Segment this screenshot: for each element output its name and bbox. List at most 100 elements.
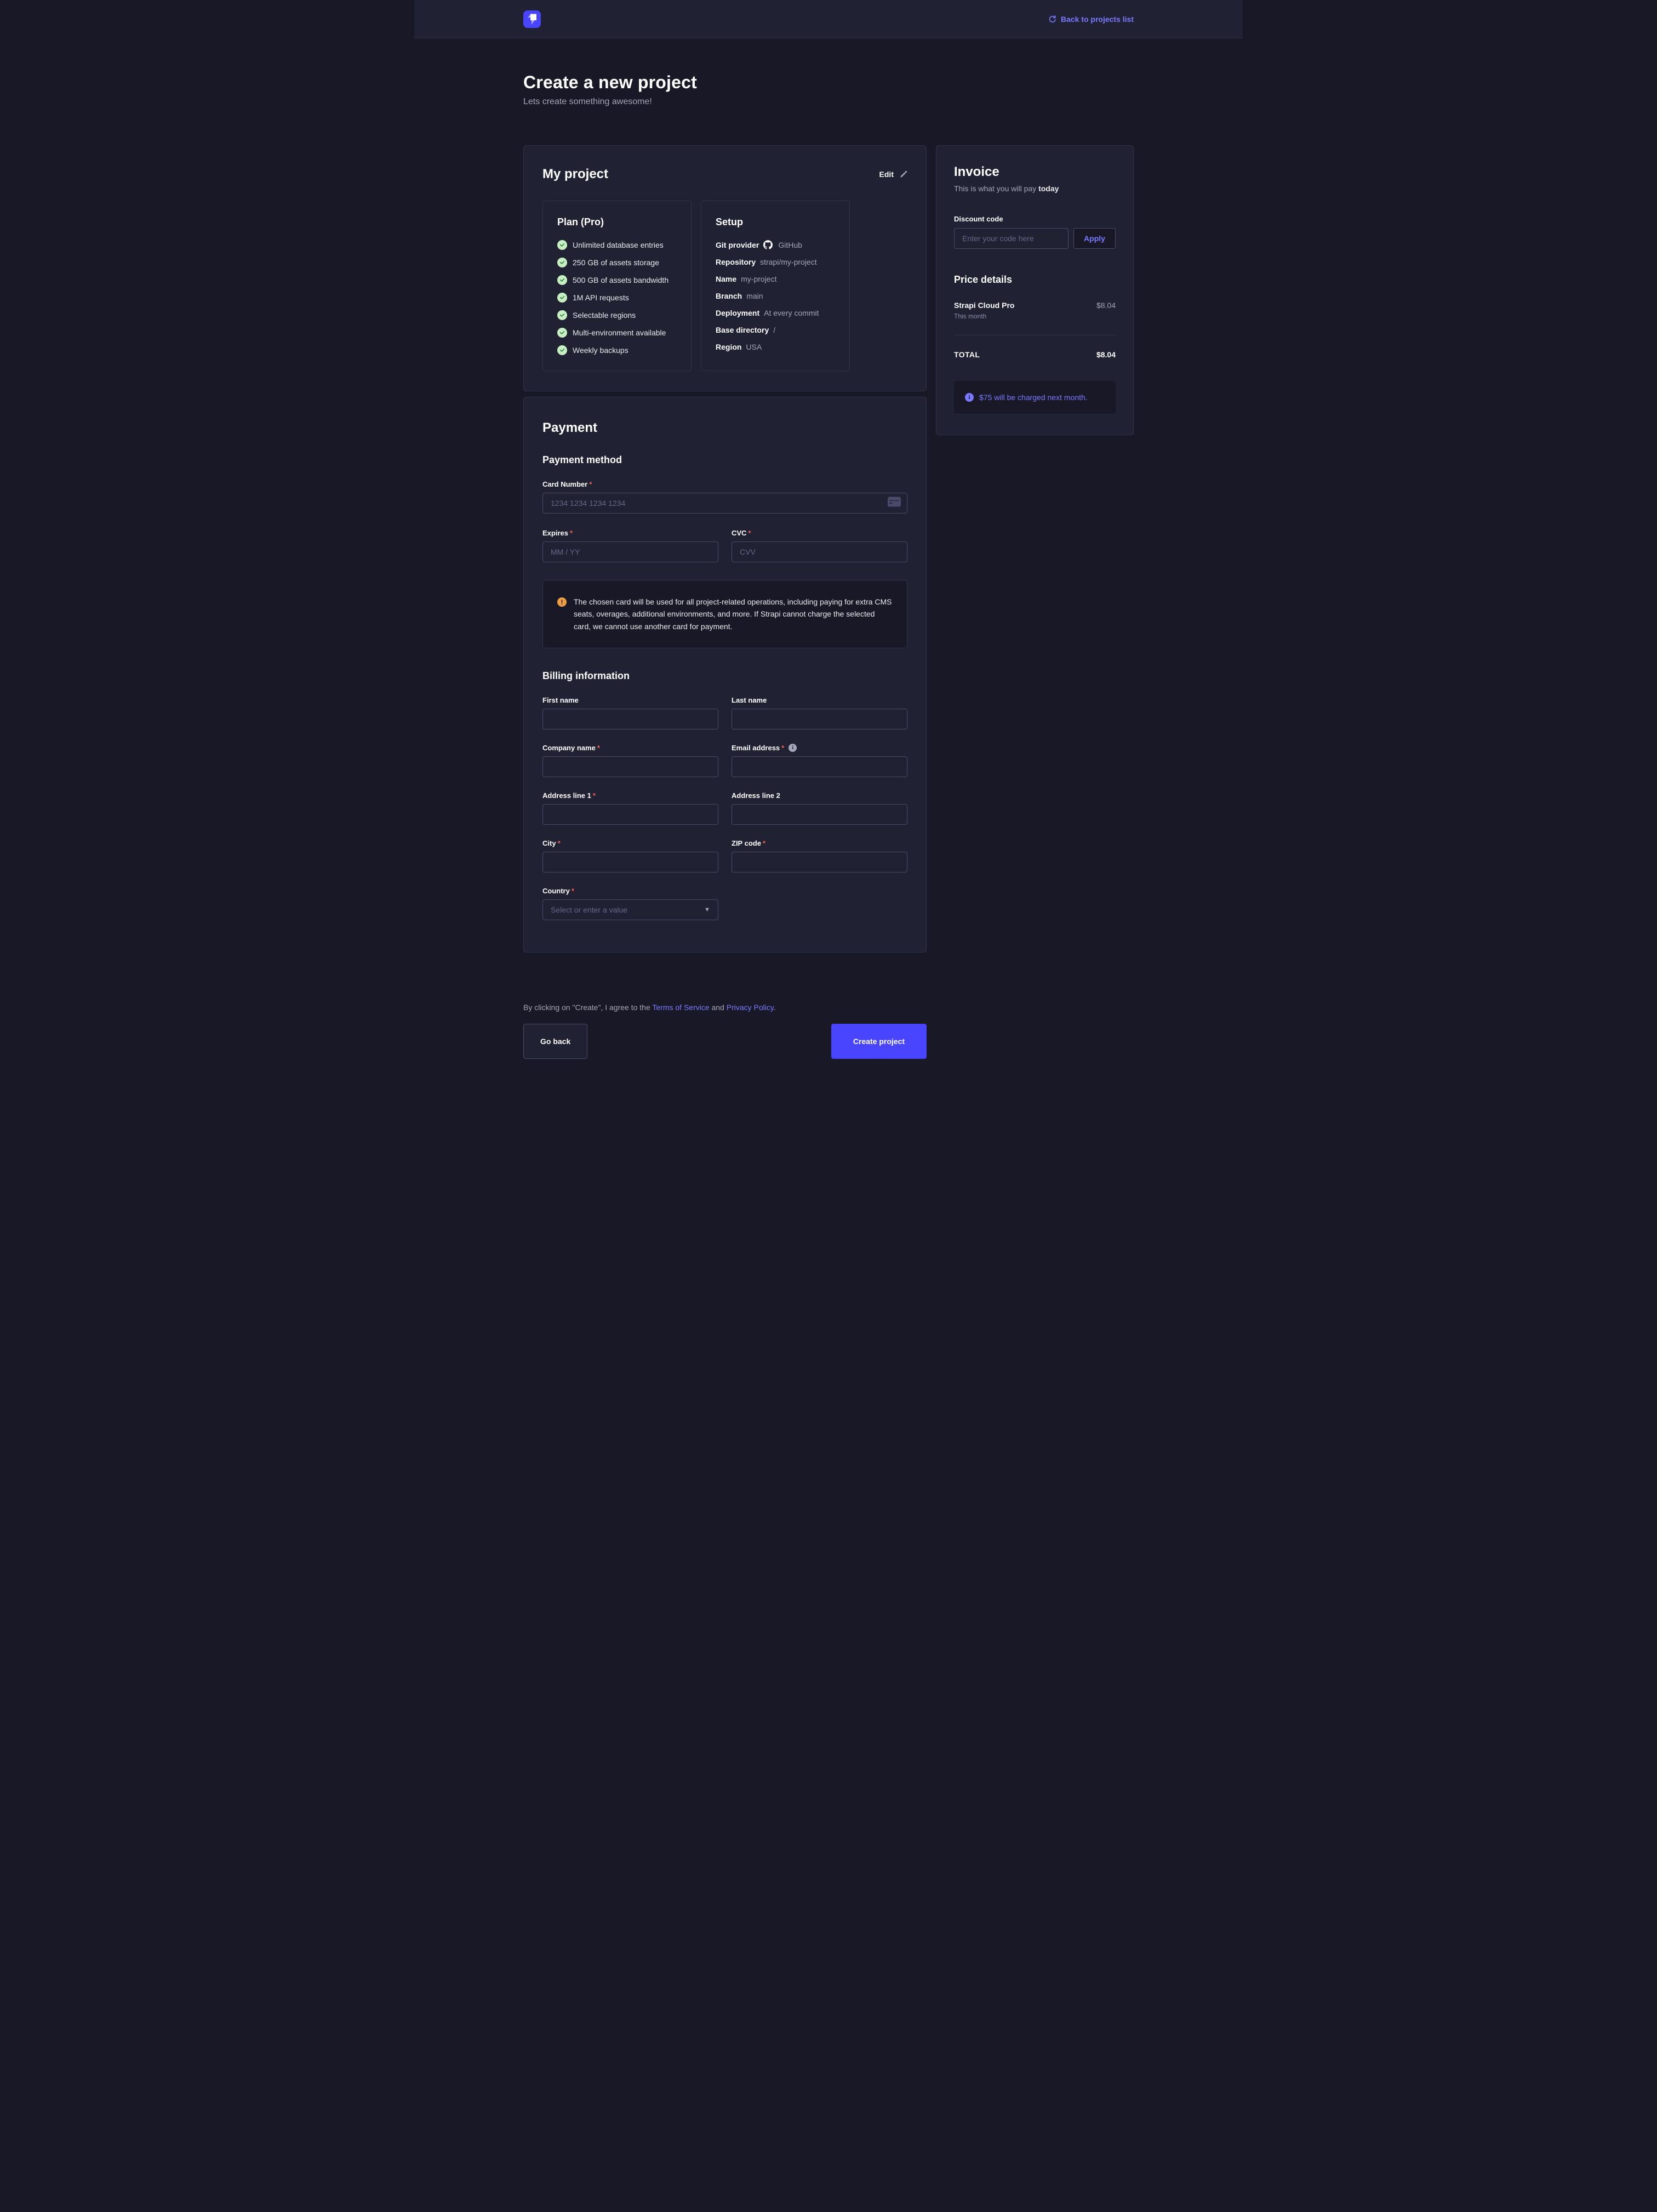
expires-field: Expires*	[542, 529, 718, 562]
next-month-note-text: $75 will be charged next month.	[979, 393, 1088, 402]
back-to-projects-link[interactable]: Back to projects list	[1048, 15, 1134, 24]
plan-title: Plan (Pro)	[557, 216, 677, 228]
check-circle-icon	[557, 240, 567, 250]
address-line-1-label: Address line 1	[542, 791, 591, 800]
pencil-icon	[899, 170, 907, 179]
plan-feature-label: 500 GB of assets bandwidth	[573, 276, 668, 284]
last-name-field: Last name	[732, 696, 907, 729]
address-line-1-input[interactable]	[542, 804, 718, 825]
setup-row-value: strapi/my-project	[760, 258, 816, 266]
setup-row-base-directory: Base directory /	[716, 326, 835, 334]
privacy-policy-link[interactable]: Privacy Policy	[727, 1003, 774, 1012]
setup-row-deployment: Deployment At every commit	[716, 309, 835, 317]
check-circle-icon	[557, 293, 567, 303]
address-line-2-input[interactable]	[732, 804, 907, 825]
country-field: Country* Select or enter a value ▼	[542, 887, 718, 920]
warning-icon: !	[557, 597, 567, 607]
email-address-field: Email address* i	[732, 744, 907, 777]
info-icon[interactable]: i	[788, 744, 797, 752]
city-input[interactable]	[542, 852, 718, 873]
go-back-button[interactable]: Go back	[523, 1024, 587, 1059]
invoice-title: Invoice	[954, 164, 1116, 180]
card-number-input[interactable]	[542, 493, 907, 514]
setup-row-label: Deployment	[716, 309, 759, 317]
my-project-title: My project	[542, 167, 608, 182]
payment-title: Payment	[542, 420, 907, 436]
create-project-button[interactable]: Create project	[831, 1024, 927, 1059]
setup-row-label: Name	[716, 275, 736, 283]
invoice-subtitle: This is what you will pay today	[954, 184, 1116, 193]
payment-card: Payment Payment method Card Number*	[523, 397, 927, 953]
total-amount: $8.04	[1096, 350, 1116, 359]
card-number-label: Card Number	[542, 480, 587, 488]
app-header: Back to projects list	[414, 0, 1243, 38]
line-item-period: This month	[954, 312, 1014, 320]
setup-rows: Git provider GitHub Repository strapi/my…	[716, 240, 835, 351]
last-name-input[interactable]	[732, 709, 907, 729]
check-circle-icon	[557, 345, 567, 355]
plan-feature-label: Multi-environment available	[573, 328, 666, 337]
country-select[interactable]: Select or enter a value ▼	[542, 899, 718, 920]
zip-code-input[interactable]	[732, 852, 907, 873]
first-name-label: First name	[542, 696, 579, 704]
setup-row-label: Repository	[716, 258, 756, 266]
plan-feature: Selectable regions	[557, 310, 677, 320]
discount-code-input[interactable]	[954, 228, 1069, 249]
expires-label: Expires	[542, 529, 568, 537]
payment-method-title: Payment method	[542, 454, 907, 466]
plan-feature-label: Selectable regions	[573, 311, 636, 320]
next-month-note: i $75 will be charged next month.	[954, 381, 1116, 414]
check-circle-icon	[557, 275, 567, 285]
setup-title: Setup	[716, 216, 835, 228]
plan-feature: 500 GB of assets bandwidth	[557, 275, 677, 285]
first-name-input[interactable]	[542, 709, 718, 729]
setup-row-label: Base directory	[716, 326, 769, 334]
city-field: City*	[542, 839, 718, 873]
plan-feature: Weekly backups	[557, 345, 677, 355]
plan-feature-label: 250 GB of assets storage	[573, 258, 659, 267]
check-circle-icon	[557, 328, 567, 338]
total-row: TOTAL $8.04	[954, 350, 1116, 359]
setup-row-value: main	[746, 292, 763, 300]
terms-of-service-link[interactable]: Terms of Service	[652, 1003, 709, 1012]
city-label: City	[542, 839, 556, 847]
total-label: TOTAL	[954, 350, 980, 359]
setup-row-name: Name my-project	[716, 275, 835, 283]
address-line-1-field: Address line 1*	[542, 791, 718, 825]
setup-row-repository: Repository strapi/my-project	[716, 258, 835, 266]
zip-code-field: ZIP code*	[732, 839, 907, 873]
my-project-card: My project Edit Plan (Pro)	[523, 145, 927, 391]
cvc-input[interactable]	[732, 541, 907, 562]
setup-row-region: Region USA	[716, 343, 835, 351]
page-title: Create a new project	[523, 72, 1134, 93]
setup-row-branch: Branch main	[716, 292, 835, 300]
plan-feature-label: 1M API requests	[573, 293, 629, 302]
company-name-field: Company name*	[542, 744, 718, 777]
chevron-down-icon: ▼	[704, 907, 710, 913]
strapi-logo-icon	[527, 12, 538, 26]
strapi-logo[interactable]	[523, 10, 541, 28]
apply-discount-button[interactable]: Apply	[1073, 228, 1116, 249]
setup-row-value: my-project	[741, 275, 776, 283]
line-item-amount: $8.04	[1096, 301, 1116, 320]
plan-feature: Unlimited database entries	[557, 240, 677, 250]
plan-feature-label: Unlimited database entries	[573, 241, 664, 249]
footer-actions: Go back Create project	[523, 1024, 927, 1136]
email-address-label: Email address	[732, 744, 780, 752]
line-item-name: Strapi Cloud Pro	[954, 301, 1014, 310]
company-name-label: Company name	[542, 744, 596, 752]
email-address-input[interactable]	[732, 756, 907, 777]
plan-feature: 1M API requests	[557, 293, 677, 303]
country-select-placeholder: Select or enter a value	[551, 905, 627, 914]
setup-row-label: Branch	[716, 292, 742, 300]
plan-feature-list: Unlimited database entries 250 GB of ass…	[557, 240, 677, 355]
edit-button[interactable]: Edit	[879, 170, 907, 179]
address-line-2-label: Address line 2	[732, 791, 780, 800]
check-circle-icon	[557, 310, 567, 320]
first-name-field: First name	[542, 696, 718, 729]
github-icon	[763, 240, 773, 249]
setup-row-label: Region	[716, 343, 741, 351]
company-name-input[interactable]	[542, 756, 718, 777]
expires-input[interactable]	[542, 541, 718, 562]
last-name-label: Last name	[732, 696, 767, 704]
